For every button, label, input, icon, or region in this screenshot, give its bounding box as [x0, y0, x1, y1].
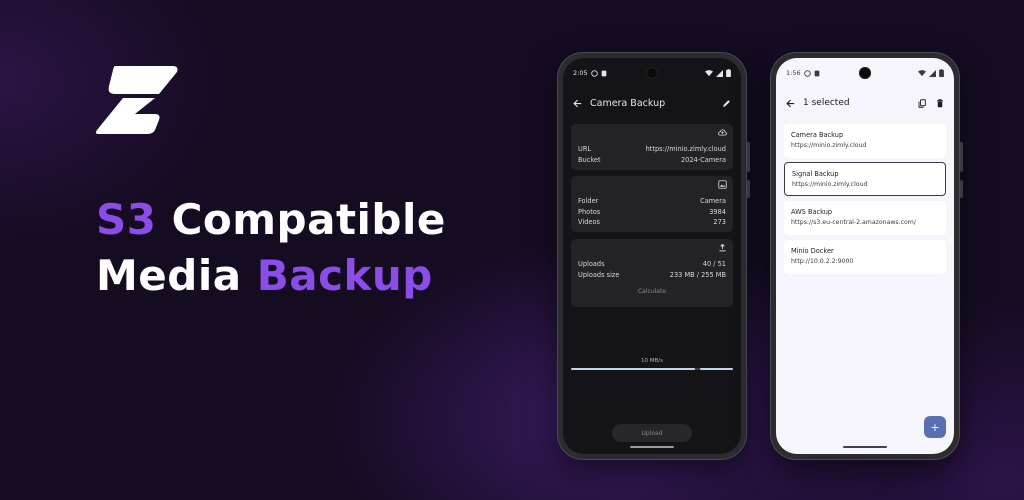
uploads-size-value: 233 MB / 255 MB	[669, 270, 726, 279]
bucket-value: 2024-Camera	[680, 155, 726, 164]
remote-url: https://minio.zimly.cloud	[792, 181, 868, 188]
headline-media: Media	[96, 251, 242, 300]
home-indicator	[843, 446, 887, 448]
pencil-icon[interactable]	[722, 99, 731, 108]
image-icon	[718, 180, 727, 189]
wifi-icon	[705, 69, 713, 76]
toolbar: Camera Backup	[563, 92, 741, 114]
phone-side-button	[747, 142, 750, 172]
home-indicator	[630, 446, 674, 448]
copy-icon[interactable]	[918, 98, 926, 108]
upload-speed: 10 MB/s	[641, 358, 663, 364]
phone-light: 1:56 1 selected Camera Backup https://mi…	[770, 52, 963, 460]
selection-count: 1 selected	[803, 98, 850, 108]
cloud-upload-icon	[718, 129, 727, 136]
phone-side-button	[747, 180, 750, 198]
phone-screen: 2:05 Camera Backup URL https://minio.zim…	[563, 58, 741, 454]
status-time: 1:56	[786, 69, 801, 77]
remote-name: AWS Backup	[791, 208, 833, 216]
remote-item-minio-docker[interactable]: Minio Docker http://10.0.2.2:9000	[784, 240, 946, 274]
page-title: Camera Backup	[590, 97, 666, 109]
signal-icon	[716, 69, 723, 77]
headline-accent-s3: S3	[96, 195, 157, 244]
phone-screen: 1:56 1 selected Camera Backup https://mi…	[776, 58, 954, 454]
remote-item-aws-backup[interactable]: AWS Backup https://s3.eu-central-2.amazo…	[784, 201, 946, 235]
battery-icon	[726, 69, 731, 77]
photos-label: Photos	[578, 207, 601, 216]
phone-side-button	[960, 142, 963, 172]
progress-secondary	[699, 368, 733, 370]
headline-line-2: Media Backup	[96, 248, 446, 304]
notification-icon	[814, 70, 819, 76]
remote-url: https://minio.zimly.cloud	[791, 142, 867, 149]
bucket-label: Bucket	[578, 155, 601, 164]
status-bar: 2:05	[563, 66, 741, 80]
zimly-logo-icon	[95, 66, 178, 134]
upload-progress: 10 MB/s	[571, 358, 733, 370]
uploads-label: Uploads	[578, 260, 605, 269]
remote-name: Camera Backup	[791, 131, 844, 139]
headline-accent-backup: Backup	[256, 251, 433, 300]
alarm-icon	[590, 69, 598, 77]
upload-icon	[719, 243, 726, 252]
progress-fill	[571, 368, 695, 370]
videos-row: Videos 273	[578, 217, 726, 228]
photos-row: Photos 3984	[578, 207, 726, 218]
trash-icon[interactable]	[936, 98, 944, 108]
headline: S3 Compatible Media Backup	[96, 192, 446, 304]
remote-url: http://10.0.2.2:9000	[791, 258, 854, 265]
url-row: URL https://minio.zimly.cloud	[578, 144, 726, 155]
headline-line-1: S3 Compatible	[96, 192, 446, 248]
wifi-icon	[918, 69, 926, 76]
toolbar: 1 selected	[776, 92, 954, 114]
status-time: 2:05	[573, 69, 588, 77]
videos-label: Videos	[578, 218, 600, 227]
remote-name: Signal Backup	[792, 170, 839, 178]
uploads-size-label: Uploads size	[578, 270, 620, 279]
signal-icon	[929, 69, 936, 77]
remote-name: Minio Docker	[791, 247, 834, 255]
remote-item-signal-backup[interactable]: Signal Backup https://minio.zimly.cloud	[784, 162, 946, 196]
notification-icon	[601, 70, 606, 76]
upload-button[interactable]: Upload	[612, 424, 692, 442]
bucket-row: Bucket 2024-Camera	[578, 155, 726, 166]
photos-value: 3984	[709, 207, 726, 216]
uploads-card: Uploads 40 / 51 Uploads size 233 MB / 25…	[571, 239, 733, 307]
phone-dark: 2:05 Camera Backup URL https://minio.zim…	[557, 52, 750, 460]
connection-card[interactable]: URL https://minio.zimly.cloud Bucket 202…	[571, 124, 733, 170]
arrow-left-icon[interactable]	[573, 99, 582, 108]
url-label: URL	[578, 145, 592, 154]
uploads-value: 40 / 51	[702, 260, 726, 269]
add-remote-button[interactable]: +	[924, 416, 946, 438]
folder-row: Folder Camera	[578, 196, 726, 207]
arrow-left-icon[interactable]	[786, 99, 795, 108]
remote-item-camera-backup[interactable]: Camera Backup https://minio.zimly.cloud	[784, 124, 946, 158]
folder-label: Folder	[578, 197, 599, 206]
uploads-row: Uploads 40 / 51	[578, 259, 726, 270]
media-folder-card[interactable]: Folder Camera Photos 3984 Videos 273	[571, 176, 733, 232]
status-bar: 1:56	[776, 66, 954, 80]
alarm-icon	[803, 69, 811, 77]
url-value: https://minio.zimly.cloud	[645, 145, 726, 154]
battery-icon	[939, 69, 944, 77]
videos-value: 273	[713, 218, 726, 227]
phone-side-button	[960, 180, 963, 198]
remote-url: https://s3.eu-central-2.amazonaws.com/	[791, 219, 916, 226]
calculate-button[interactable]: Calculate	[578, 288, 726, 295]
uploads-size-row: Uploads size 233 MB / 255 MB	[578, 270, 726, 281]
headline-compatible: Compatible	[171, 195, 446, 244]
folder-value: Camera	[700, 197, 726, 206]
